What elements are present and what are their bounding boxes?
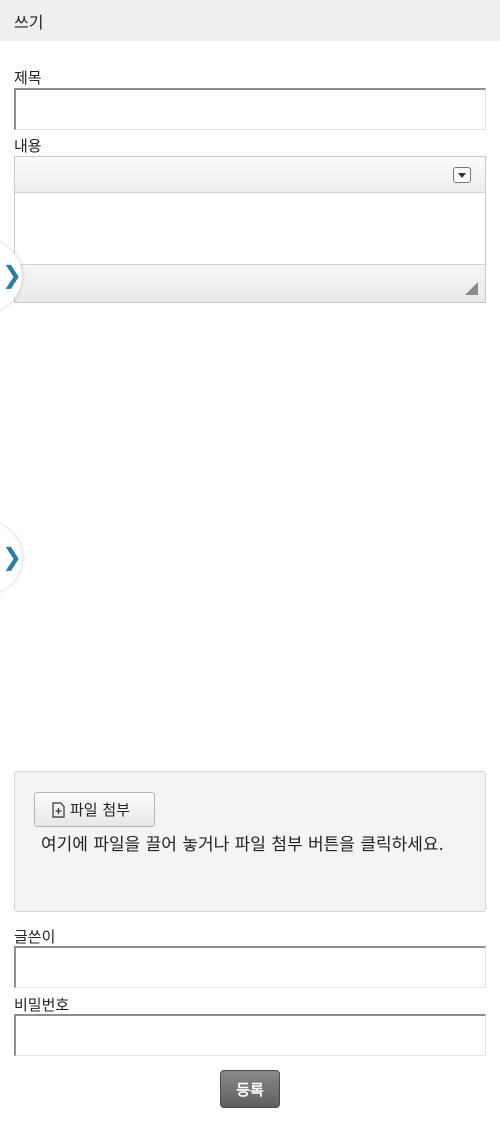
attach-file-button[interactable]: 파일 첨부 [34, 792, 155, 827]
content-label: 내용 [14, 137, 42, 155]
title-label: 제목 [14, 69, 42, 87]
chevron-right-icon: ❯ [2, 261, 23, 289]
password-label: 비밀번호 [14, 996, 70, 1014]
password-input[interactable] [14, 1014, 486, 1056]
file-dropzone[interactable]: 파일 첨부 여기에 파일을 끌어 놓거나 파일 첨부 버튼을 클릭하세요. [14, 771, 486, 912]
author-input[interactable] [14, 946, 486, 988]
page-header: 쓰기 [0, 0, 500, 41]
submit-button[interactable]: 등록 [220, 1070, 280, 1108]
author-label: 글쓴이 [14, 928, 56, 946]
content-editor [14, 156, 486, 303]
dropzone-hint: 여기에 파일을 끌어 놓거나 파일 첨부 버튼을 클릭하세요. [41, 835, 444, 855]
editor-body[interactable] [15, 194, 485, 264]
page-title: 쓰기 [14, 13, 44, 32]
editor-footer [15, 264, 485, 302]
resize-grip-icon[interactable] [465, 282, 478, 295]
editor-toolbar [15, 157, 485, 193]
file-plus-icon [52, 801, 65, 818]
chevron-down-icon[interactable] [453, 167, 471, 183]
attach-file-label: 파일 첨부 [70, 801, 130, 819]
title-input[interactable] [14, 88, 486, 130]
side-panel-toggle-bottom[interactable]: ❯ [0, 522, 22, 594]
chevron-right-icon: ❯ [2, 543, 23, 571]
